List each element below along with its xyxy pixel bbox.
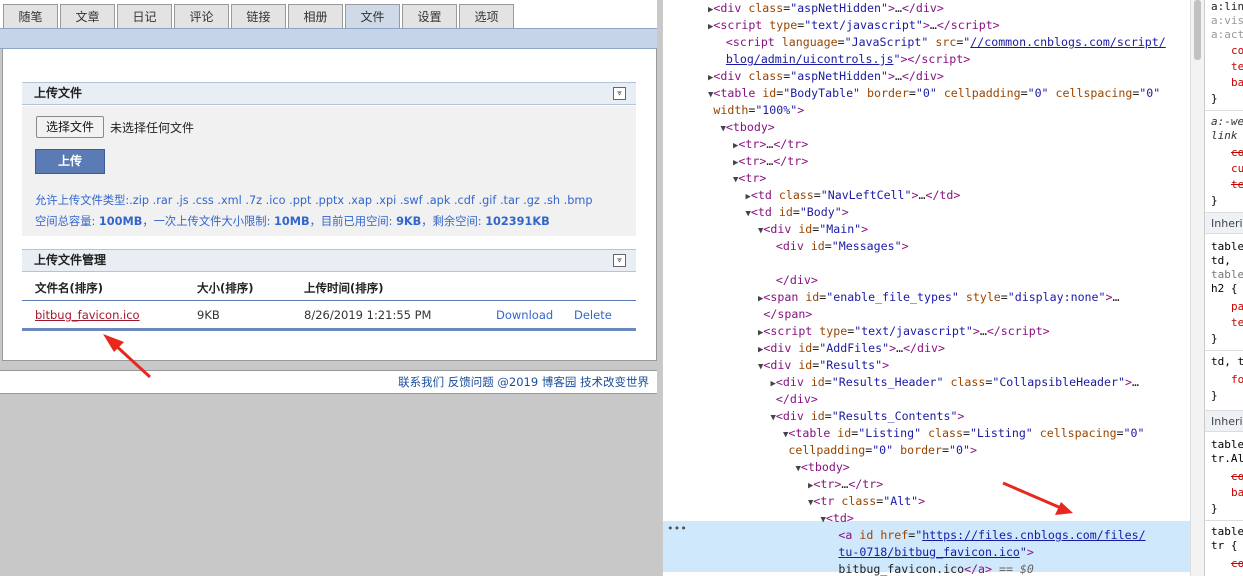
red-arrow-annotation xyxy=(103,334,152,379)
divider xyxy=(1205,110,1243,111)
scrollbar-thumb[interactable] xyxy=(1194,0,1201,60)
style-prop: co xyxy=(1231,557,1243,570)
devtools-scrollbar[interactable] xyxy=(1190,0,1204,576)
style-brace: } xyxy=(1211,502,1218,515)
blog-admin-page: 随笔 文章 日记 评论 链接 相册 文件 设置 选项 上传文件 ⩔ 选择文件 未… xyxy=(0,0,662,576)
style-prop: te xyxy=(1231,178,1243,191)
divider xyxy=(1205,520,1243,521)
style-prop: fo xyxy=(1231,373,1243,386)
style-rule: table xyxy=(1211,240,1243,253)
style-prop: pa xyxy=(1231,300,1243,313)
devtools-elements-panel: ••• ▶<div class="aspNetHidden">…</div> ▶<… xyxy=(662,0,1190,576)
style-brace: } xyxy=(1211,92,1218,105)
style-brace: } xyxy=(1211,194,1218,207)
style-rule: table xyxy=(1211,268,1243,281)
style-prop: te xyxy=(1231,60,1243,73)
style-rule: h2 { xyxy=(1211,282,1238,295)
divider xyxy=(1205,350,1243,351)
style-brace: } xyxy=(1211,389,1218,402)
style-prop: te xyxy=(1231,316,1243,329)
style-prop: co xyxy=(1231,146,1243,159)
style-prop: ba xyxy=(1231,486,1243,499)
style-rule-webkit: a:-we xyxy=(1211,115,1243,128)
style-prop: co xyxy=(1231,470,1243,483)
style-rule: tr { xyxy=(1211,539,1238,552)
style-rule-visited: a:vis xyxy=(1211,14,1243,27)
red-arrow-annotation-devtools xyxy=(1002,481,1073,515)
styles-pane: a:lin a:vis a:act co te ba } a:-we link … xyxy=(1204,0,1243,576)
style-prop: ba xyxy=(1231,76,1243,89)
style-brace: } xyxy=(1211,332,1218,345)
style-rule: tr.Al xyxy=(1211,452,1243,465)
style-prop: co xyxy=(1231,44,1243,57)
style-rule: td, xyxy=(1211,254,1231,267)
style-rule-link: a:lin xyxy=(1211,0,1243,13)
inherited-from-header[interactable]: Inheri xyxy=(1205,212,1243,234)
style-rule: table xyxy=(1211,525,1243,538)
style-rule: td, t xyxy=(1211,355,1243,368)
inherited-from-header[interactable]: Inheri xyxy=(1205,410,1243,432)
style-prop: cu xyxy=(1231,162,1243,175)
style-rule: table xyxy=(1211,438,1243,451)
style-rule-link-ua: link xyxy=(1211,129,1238,142)
style-rule-active: a:act xyxy=(1211,28,1243,41)
